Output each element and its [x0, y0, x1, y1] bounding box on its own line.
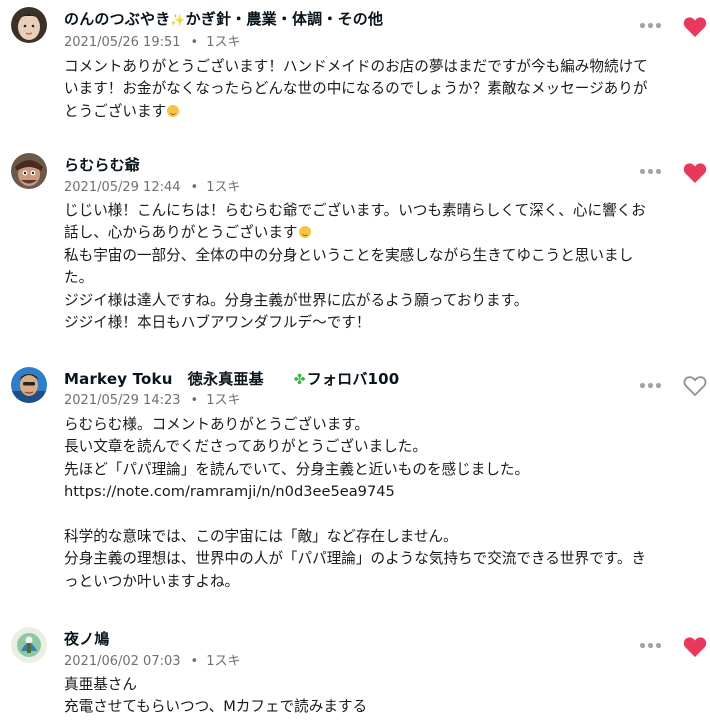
comment-line: コメントありがとうございます！ハンドメイドのお店の夢はまだですが今も編み物続けて: [64, 58, 648, 75]
comment-line: 先ほど「パパ理論」を読んでいて、分身主義と近いものを感じました。: [64, 460, 530, 478]
commenter-name-rest: かぎ針・農業・体調・その他: [185, 10, 384, 28]
comment-line: 科学的な意味では、この宇宙には「敵」など存在しません。: [64, 528, 458, 546]
comment-line: た。: [64, 269, 94, 287]
comment-body: 真亜基さん 充電させてもらいつつ、Mカフェで読みまする: [64, 674, 704, 719]
comment-meta: 2021/05/29 12:44 • 1スキ: [64, 176, 240, 195]
more-horizontal-icon[interactable]: [640, 21, 662, 31]
meta-separator: •: [190, 393, 199, 408]
comment-line: ジジイ様は達人ですね。分身主義が世界に広がるよう願っております。: [64, 291, 529, 309]
avatar[interactable]: [11, 367, 47, 403]
follow-back-badge: フォロバ100: [306, 370, 400, 388]
like-count[interactable]: 1スキ: [206, 654, 240, 669]
comment-line: 分身主義の理想は、世界中の人が「パパ理論」のような気持ちで交流できる世界です。き: [64, 550, 647, 568]
heart-filled-icon[interactable]: [683, 162, 707, 184]
comment-line: ジジイ様！本日もハブアワンダフルデ～です！: [64, 314, 371, 332]
comment-line: らむらむ様。コメントありがとうございます。: [64, 416, 370, 433]
comment-line: 話し、心からありがとうございます: [64, 222, 704, 244]
comment-date: 2021/05/29 12:44: [64, 180, 181, 195]
more-horizontal-icon[interactable]: [640, 381, 662, 391]
meta-separator: •: [190, 180, 199, 195]
commenter-name-main: のんのつぶやき: [64, 10, 171, 28]
comment-body: じじい様！こんにちは！らむらむ爺でございます。いつも素晴らしくて深く、心に響くお…: [64, 200, 704, 334]
like-count[interactable]: 1スキ: [206, 35, 240, 50]
avatar[interactable]: [11, 627, 47, 663]
like-count[interactable]: 1スキ: [206, 393, 240, 408]
commenter-name[interactable]: のんのつぶやき✨かぎ針・農業・体調・その他: [64, 8, 383, 29]
comment-line: 私も宇宙の一部分、全体の中の分身ということを実感しながら生きてゆこうと思いまし: [64, 246, 634, 264]
comment-line: 充電させてもらいつつ、Mカフェで読みまする: [64, 698, 368, 716]
comment-line: じじい様！こんにちは！らむらむ爺でございます。いつも素晴らしくて深く、心に響くお: [64, 202, 646, 219]
comment-meta: 2021/05/26 19:51 • 1スキ: [64, 31, 240, 50]
like-count[interactable]: 1スキ: [206, 180, 240, 195]
clover-icon: ✤: [293, 372, 306, 388]
comment-body: らむらむ様。コメントありがとうございます。 長い文章を読んでくださってありがとう…: [64, 414, 704, 593]
commenter-name[interactable]: らむらむ爺: [64, 154, 140, 175]
heart-filled-icon[interactable]: [683, 636, 707, 658]
comment-date: 2021/05/29 14:23: [64, 393, 181, 408]
more-horizontal-icon[interactable]: [640, 167, 662, 177]
avatar[interactable]: [11, 7, 47, 43]
comment-line: とうございます: [64, 101, 704, 123]
comment-meta: 2021/06/02 07:03 • 1スキ: [64, 650, 240, 669]
sparkle-icon: ✨: [170, 13, 186, 27]
meta-separator: •: [190, 35, 199, 50]
comment-date: 2021/05/26 19:51: [64, 35, 181, 50]
heart-filled-icon[interactable]: [683, 16, 707, 38]
comment-link[interactable]: https://note.com/ramramji/n/n0d3ee5ea974…: [64, 481, 704, 503]
commenter-name-text: Markey Toku 徳永真亜基: [64, 370, 264, 388]
comment-meta: 2021/05/29 14:23 • 1スキ: [64, 389, 240, 408]
comment-line: 真亜基さん: [64, 676, 137, 693]
heart-outline-icon[interactable]: [683, 375, 707, 397]
comment-line: います！お金がなくなったらどんな世の中になるのでしょうか？素敵なメッセージありが: [64, 80, 648, 98]
comment-line: っといつか叶いますよね。: [64, 572, 240, 590]
more-horizontal-icon[interactable]: [640, 641, 662, 651]
commenter-name[interactable]: 夜ノ鳩: [64, 628, 110, 649]
comment-date: 2021/06/02 07:03: [64, 654, 181, 669]
meta-separator: •: [190, 654, 199, 669]
commenter-name[interactable]: Markey Toku 徳永真亜基 ✤フォロバ100: [64, 368, 399, 389]
comment-body: コメントありがとうございます！ハンドメイドのお店の夢はまだですが今も編み物続けて…: [64, 56, 704, 123]
smile-emoji-icon: [167, 104, 180, 117]
avatar[interactable]: [11, 153, 47, 189]
comment-blank-line: [64, 504, 704, 526]
comment-line: 長い文章を読んでくださってありがとうございました。: [64, 438, 427, 456]
smile-emoji-icon: [298, 226, 311, 239]
